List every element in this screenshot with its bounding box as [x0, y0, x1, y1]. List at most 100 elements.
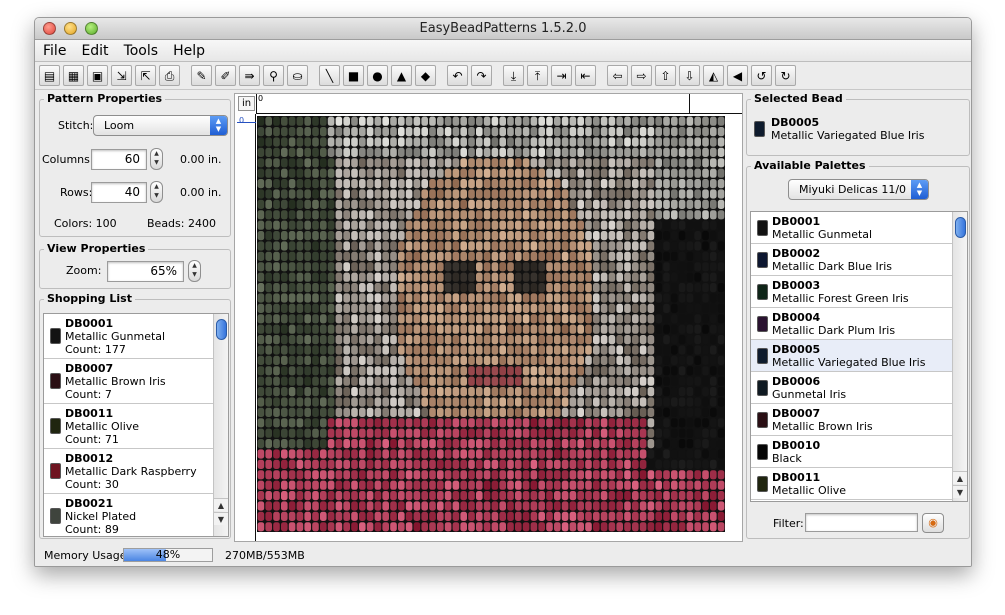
bead[interactable] [717, 220, 725, 230]
bead[interactable] [639, 210, 647, 220]
bead[interactable] [335, 293, 343, 303]
bead[interactable] [499, 366, 506, 376]
bead[interactable] [460, 303, 467, 313]
bead[interactable] [374, 366, 382, 376]
bead[interactable] [491, 293, 499, 303]
bead[interactable] [538, 189, 545, 199]
bead[interactable] [546, 262, 553, 272]
bead[interactable] [569, 262, 577, 272]
bead[interactable] [624, 428, 631, 438]
bead[interactable] [600, 439, 608, 449]
bead[interactable] [647, 418, 655, 428]
bead[interactable] [515, 168, 522, 178]
bead[interactable] [483, 345, 491, 355]
bead[interactable] [421, 168, 428, 178]
bead[interactable] [265, 137, 272, 147]
bead[interactable] [257, 241, 265, 251]
bead[interactable] [444, 231, 452, 241]
bead[interactable] [624, 262, 631, 272]
bead[interactable] [499, 158, 506, 168]
bead[interactable] [577, 459, 584, 469]
bead[interactable] [569, 480, 577, 490]
bead[interactable] [343, 449, 350, 459]
bead[interactable] [359, 480, 366, 490]
bead[interactable] [359, 283, 366, 293]
bead[interactable] [281, 428, 288, 438]
bead[interactable] [483, 283, 491, 293]
bead[interactable] [702, 397, 709, 407]
bead[interactable] [429, 179, 436, 189]
bead[interactable] [499, 241, 506, 251]
bead[interactable] [437, 272, 444, 282]
bead[interactable] [320, 158, 327, 168]
bead[interactable] [608, 168, 616, 178]
bead[interactable] [507, 355, 514, 365]
bead[interactable] [335, 355, 343, 365]
bead[interactable] [460, 335, 467, 345]
bead[interactable] [265, 522, 272, 532]
bead[interactable] [483, 168, 491, 178]
bead[interactable] [374, 314, 382, 324]
bead[interactable] [515, 387, 522, 397]
bead[interactable] [507, 501, 514, 511]
bead[interactable] [710, 137, 717, 147]
bead[interactable] [359, 189, 366, 199]
bead[interactable] [686, 439, 694, 449]
bead[interactable] [460, 251, 467, 261]
bead[interactable] [686, 470, 694, 480]
bead[interactable] [343, 491, 350, 501]
bead[interactable] [655, 231, 662, 241]
bead[interactable] [281, 418, 288, 428]
bead[interactable] [398, 251, 405, 261]
bead[interactable] [304, 158, 311, 168]
bead[interactable] [351, 407, 358, 417]
rows-stepper[interactable]: ▲ ▼ [150, 181, 163, 203]
bead[interactable] [257, 283, 265, 293]
bead[interactable] [546, 189, 553, 199]
bead[interactable] [624, 210, 631, 220]
bead[interactable] [663, 449, 670, 459]
bead[interactable] [639, 199, 647, 209]
bead[interactable] [483, 418, 491, 428]
bead[interactable] [413, 293, 421, 303]
bead[interactable] [257, 470, 265, 480]
bead[interactable] [359, 179, 366, 189]
bead[interactable] [382, 231, 389, 241]
bead[interactable] [561, 355, 569, 365]
bead[interactable] [398, 220, 405, 230]
bead[interactable] [429, 459, 436, 469]
bead[interactable] [460, 220, 467, 230]
bead[interactable] [639, 387, 647, 397]
bead[interactable] [577, 231, 584, 241]
bead[interactable] [616, 272, 623, 282]
bead[interactable] [507, 210, 514, 220]
bead[interactable] [366, 387, 374, 397]
bead[interactable] [288, 116, 296, 126]
bead[interactable] [374, 470, 382, 480]
bead[interactable] [460, 293, 467, 303]
bead[interactable] [288, 262, 296, 272]
bead[interactable] [444, 314, 452, 324]
bead[interactable] [483, 251, 491, 261]
bead[interactable] [507, 376, 514, 386]
bead[interactable] [265, 231, 272, 241]
bead[interactable] [507, 407, 514, 417]
bead[interactable] [694, 272, 701, 282]
bead[interactable] [499, 137, 506, 147]
bead[interactable] [374, 480, 382, 490]
bead[interactable] [632, 324, 639, 334]
bead[interactable] [616, 407, 623, 417]
bead[interactable] [678, 251, 686, 261]
bead[interactable] [281, 314, 288, 324]
bead[interactable] [281, 158, 288, 168]
bead[interactable] [554, 262, 561, 272]
bead[interactable] [561, 137, 569, 147]
bead[interactable] [460, 511, 467, 521]
bead[interactable] [413, 199, 421, 209]
bead[interactable] [273, 241, 280, 251]
bead[interactable] [483, 459, 491, 469]
bead[interactable] [429, 501, 436, 511]
bead[interactable] [366, 293, 374, 303]
menu-edit[interactable]: Edit [81, 40, 115, 61]
bead[interactable] [639, 491, 647, 501]
